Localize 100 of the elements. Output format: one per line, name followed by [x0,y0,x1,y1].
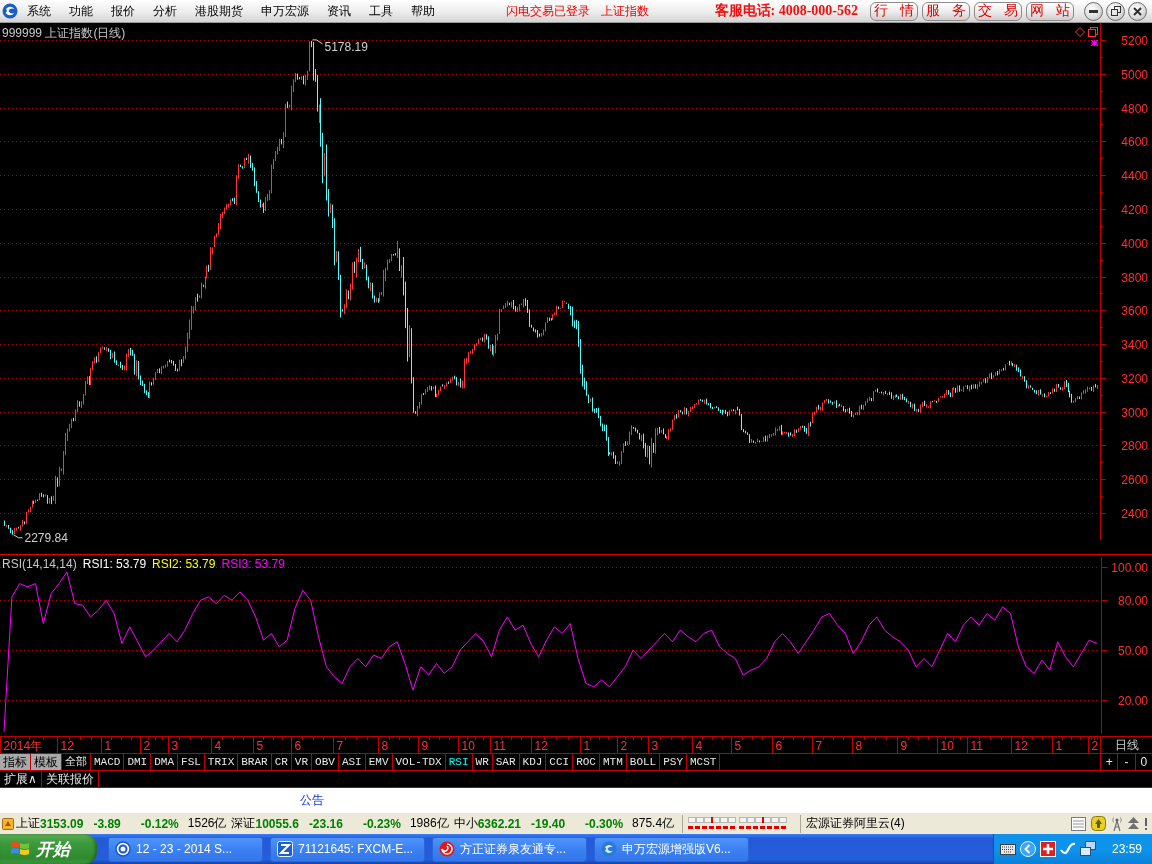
price-axis-label: 3400 [1121,337,1148,352]
hotline-text: 客服电话: 4008-000-562 [714,2,858,20]
price-axis-label: 2600 [1121,472,1148,487]
orb-icon [601,841,617,857]
taskbar-button[interactable]: 71121645: FXCM-E... [270,836,425,862]
nav-button[interactable]: 交 易 [974,1,1022,21]
taskbar-button[interactable]: 12 - 23 - 2014 S... [108,836,263,862]
index-percent: -0.23% [362,816,401,831]
nav-button[interactable]: 行 情 [870,1,918,21]
date-axis-label: 1 [1055,739,1063,753]
leader-line [13,534,23,539]
menu-item[interactable]: 帮助 [402,1,444,21]
indicator-reading: RSI1: 53.79 [82,557,147,571]
stacked-squares-icon [1088,27,1098,37]
price-axis-label: 2400 [1121,506,1148,521]
clock: 23:59 [1111,842,1142,856]
indicator-tab[interactable]: OBV [312,754,339,770]
indicator-tab[interactable]: WR [472,754,493,770]
date-axis-label: 7 [336,739,344,753]
chart-title: 999999 上证指数(日线) [2,25,126,42]
coin-icon [1091,816,1106,831]
indicator-title: RSI(14,14,14) [2,557,77,571]
date-axis-label: 2 [143,739,151,753]
mode-button[interactable]: 模板 [31,754,62,770]
date-axis-label: 6 [294,739,302,753]
price-axis-label: 5200 [1121,33,1148,48]
date-axis-label: 3 [651,739,659,753]
indicator-reading: RSI2: 53.79 [152,557,216,571]
taskbar-button[interactable]: 申万宏源增强版V6... [594,836,749,862]
indicator-tab[interactable]: 全部 [62,754,91,770]
index-turnover: 1526亿 [187,815,227,832]
meter-icon [688,816,737,831]
mode-button[interactable]: 指标 [0,754,31,770]
index-change: -23.16 [308,816,343,831]
date-axis-label: 10 [940,739,954,753]
indicator-tab[interactable]: VOL-TDX [392,754,446,770]
price-axis-label: 4800 [1121,101,1148,116]
period-label: 日线 [1100,737,1152,753]
index-percent: -0.30% [585,816,624,831]
date-axis-label: 2014年 [3,739,43,753]
notepad-icon [1071,816,1086,831]
keyboard-icon [999,843,1016,855]
taskbar-button[interactable]: 方正证券泉友通专... [432,836,587,862]
low-price-label: 2279.84 [24,530,68,545]
price-axis-label: 4600 [1121,134,1148,149]
swoosh-icon [1059,841,1076,857]
close-button[interactable] [1128,1,1147,21]
nav-button[interactable]: 服 务 [922,1,970,21]
indicator-tab[interactable]: VR [291,754,313,770]
index-change: -19.40 [531,816,566,831]
index-name: 中小 [453,815,478,832]
square-icon [277,841,293,857]
index-value: 6362.21 [477,816,522,831]
menu-item[interactable]: 资讯 [318,1,360,21]
menu-item[interactable]: 系统 [18,1,60,21]
date-axis-label: 4 [214,739,222,753]
date-axis-label: 9 [900,739,908,753]
date-axis-label: 12 [534,739,548,753]
minimize-button[interactable] [1084,1,1103,21]
index-change: -3.89 [93,816,121,831]
login-status: 闪电交易已登录 [506,2,590,20]
restore-icon [1110,6,1121,16]
index-value: 10055.6 [255,816,299,831]
date-axis-label: 8 [855,739,863,753]
minimize-icon [1089,9,1098,13]
indicator-tab[interactable]: CCI [546,754,574,770]
price-axis-label: 3200 [1121,371,1148,386]
chevron-left-icon [1019,841,1036,857]
menu-item[interactable]: 功能 [60,1,102,21]
meter-icon [739,816,788,831]
price-axis-label: 5000 [1121,67,1148,82]
current-symbol: 上证指数 [601,2,649,20]
indicator-tab[interactable]: MACD [91,754,125,770]
index-name: 上证 [16,815,40,832]
server-name: 宏源证券阿里云(4) [806,815,905,832]
menu-item[interactable]: 港股期货 [186,1,252,21]
index-name: 深证 [231,815,256,832]
date-axis-label: 6 [775,739,783,753]
index-turnover: 875.4亿 [632,815,675,832]
notice-label[interactable]: 公告 [300,791,324,809]
date-axis-label: 5 [734,739,742,753]
indicator-tab[interactable]: MTM [600,754,627,770]
start-button[interactable]: 开始 [0,834,97,864]
index-value: 3153.09 [40,816,84,831]
indicator-tab[interactable]: MCST [687,754,721,770]
menu-item[interactable]: 申万宏源 [252,1,318,21]
menu-item[interactable]: 分析 [144,1,186,21]
cross-tile-icon [1039,841,1056,857]
date-axis-label: 5 [256,739,264,753]
restore-button[interactable] [1106,1,1125,21]
menu-item[interactable]: 报价 [102,1,144,21]
rsi-axis-label: 100.00 [1111,560,1148,575]
rsi-axis-label: 80.00 [1117,593,1148,608]
date-axis-label: 12 [60,739,74,753]
date-axis-label: 1 [583,739,591,753]
nav-button[interactable]: 网 站 [1026,1,1074,21]
menu-item[interactable]: 工具 [360,1,402,21]
close-icon [1133,6,1142,16]
diamond-icon [1075,27,1085,37]
double-arrow-up-icon [1128,816,1139,831]
